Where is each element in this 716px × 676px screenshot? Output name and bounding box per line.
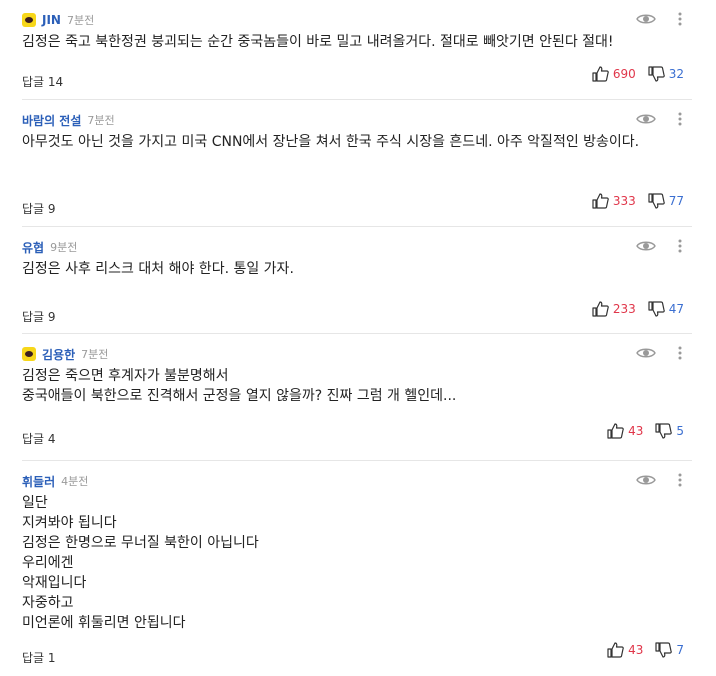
reply-button[interactable]: 답글 1 [22,649,56,666]
comment-text: 일단 지켜봐야 됩니다 김정은 한명으로 무너질 북한이 아닙니다 우리에겐 악… [22,495,259,631]
comment-time: 7분전 [81,348,109,361]
reply-label: 답글 [22,651,45,665]
like-count: 43 [628,424,644,438]
like-button[interactable]: 43 [607,423,643,439]
like-button[interactable]: 233 [592,301,636,317]
reply-label: 답글 [22,310,45,324]
comment-time: 4분전 [61,475,89,488]
reply-button[interactable]: 답글 9 [22,200,56,217]
comment-text: 김정은 죽고 북한정권 붕괴되는 순간 중국놈들이 바로 밀고 내려올거다. 절… [22,34,614,50]
reply-count: 9 [47,310,56,324]
comment-header: 유협 9분전 [22,239,77,255]
reply-button[interactable]: 답글 4 [22,430,56,447]
like-button[interactable]: 690 [592,66,636,82]
comment-text: 아무것도 아닌 것을 가지고 미국 CNN에서 장난을 쳐서 한국 주식 시장을… [22,134,640,150]
thumbs-down-icon [655,423,673,439]
more-options-icon[interactable] [678,473,682,487]
like-count: 233 [612,302,636,316]
thumbs-up-icon [607,642,624,658]
dislike-count: 77 [668,194,684,208]
dislike-button[interactable]: 47 [648,301,684,317]
more-options-icon[interactable] [678,12,682,26]
comment-item: JIN 7분전 김정은 죽고 북한정권 붕괴되는 순간 중국놈들이 바로 밀고 … [22,0,692,100]
comment-time: 7분전 [87,114,115,127]
like-count: 333 [612,194,636,208]
comment-text: 김정은 죽으면 후계자가 불분명해서 중국애들이 북한으로 진격해서 군정을 열… [22,368,457,404]
eye-icon[interactable] [636,346,656,360]
comment-time: 9분전 [50,241,78,254]
reply-label: 답글 [22,432,45,446]
comment-author[interactable]: 바람의 전설 [22,112,81,129]
eye-icon[interactable] [636,239,656,253]
dislike-button[interactable]: 32 [648,66,684,82]
eye-icon[interactable] [636,112,656,126]
reply-label: 답글 [22,75,45,89]
dislike-button[interactable]: 5 [655,423,684,439]
kakao-badge-icon [22,13,36,27]
comment-header: 휘들러 4분전 [22,473,88,489]
reply-count: 4 [47,432,56,446]
thumbs-down-icon [648,66,665,82]
thumbs-down-icon [648,301,665,317]
thumbs-up-icon [592,66,609,82]
comment-item: 바람의 전설 7분전 아무것도 아닌 것을 가지고 미국 CNN에서 장난을 쳐… [22,100,692,227]
reply-count: 14 [47,75,64,89]
reply-button[interactable]: 답글 14 [22,73,63,90]
comment-item: 유협 9분전 김정은 사후 리스크 대처 해야 한다. 통일 가자. 답글 9 … [22,227,692,334]
comment-list: JIN 7분전 김정은 죽고 북한정권 붕괴되는 순간 중국놈들이 바로 밀고 … [0,0,716,676]
eye-icon[interactable] [636,473,656,487]
kakao-badge-icon [22,347,36,361]
thumbs-up-icon [592,193,609,209]
like-button[interactable]: 333 [592,193,636,209]
comment-header: 바람의 전설 7분전 [22,112,115,128]
thumbs-down-icon [648,193,665,209]
comment-header: 김용한 7분전 [22,346,108,362]
dislike-count: 32 [668,67,684,81]
like-count: 43 [628,643,644,657]
comment-author[interactable]: 김용한 [42,346,75,363]
reply-count: 9 [47,202,56,216]
eye-icon[interactable] [636,12,656,26]
reply-label: 답글 [22,202,45,216]
dislike-button[interactable]: 7 [655,642,684,658]
comment-item: 김용한 7분전 김정은 죽으면 후계자가 불분명해서 중국애들이 북한으로 진격… [22,334,692,461]
thumbs-down-icon [655,642,673,658]
thumbs-up-icon [607,423,624,439]
comment-item: 휘들러 4분전 일단 지켜봐야 됩니다 김정은 한명으로 무너질 북한이 아닙니… [22,461,692,676]
dislike-button[interactable]: 77 [648,193,684,209]
comment-author[interactable]: 휘들러 [22,473,55,490]
like-button[interactable]: 43 [607,642,643,658]
comment-text: 김정은 사후 리스크 대처 해야 한다. 통일 가자. [22,261,294,277]
dislike-count: 5 [676,424,684,438]
more-options-icon[interactable] [678,112,682,126]
reply-button[interactable]: 답글 9 [22,308,56,325]
like-count: 690 [612,67,636,81]
thumbs-up-icon [592,301,609,317]
comment-time: 7분전 [66,14,95,27]
comment-author[interactable]: JIN [42,13,61,27]
dislike-count: 7 [676,643,684,657]
more-options-icon[interactable] [678,239,682,253]
comment-header: JIN 7분전 [22,12,94,28]
more-options-icon[interactable] [678,346,682,360]
reply-count: 1 [47,651,56,665]
dislike-count: 47 [668,302,684,316]
comment-author[interactable]: 유협 [22,239,44,256]
